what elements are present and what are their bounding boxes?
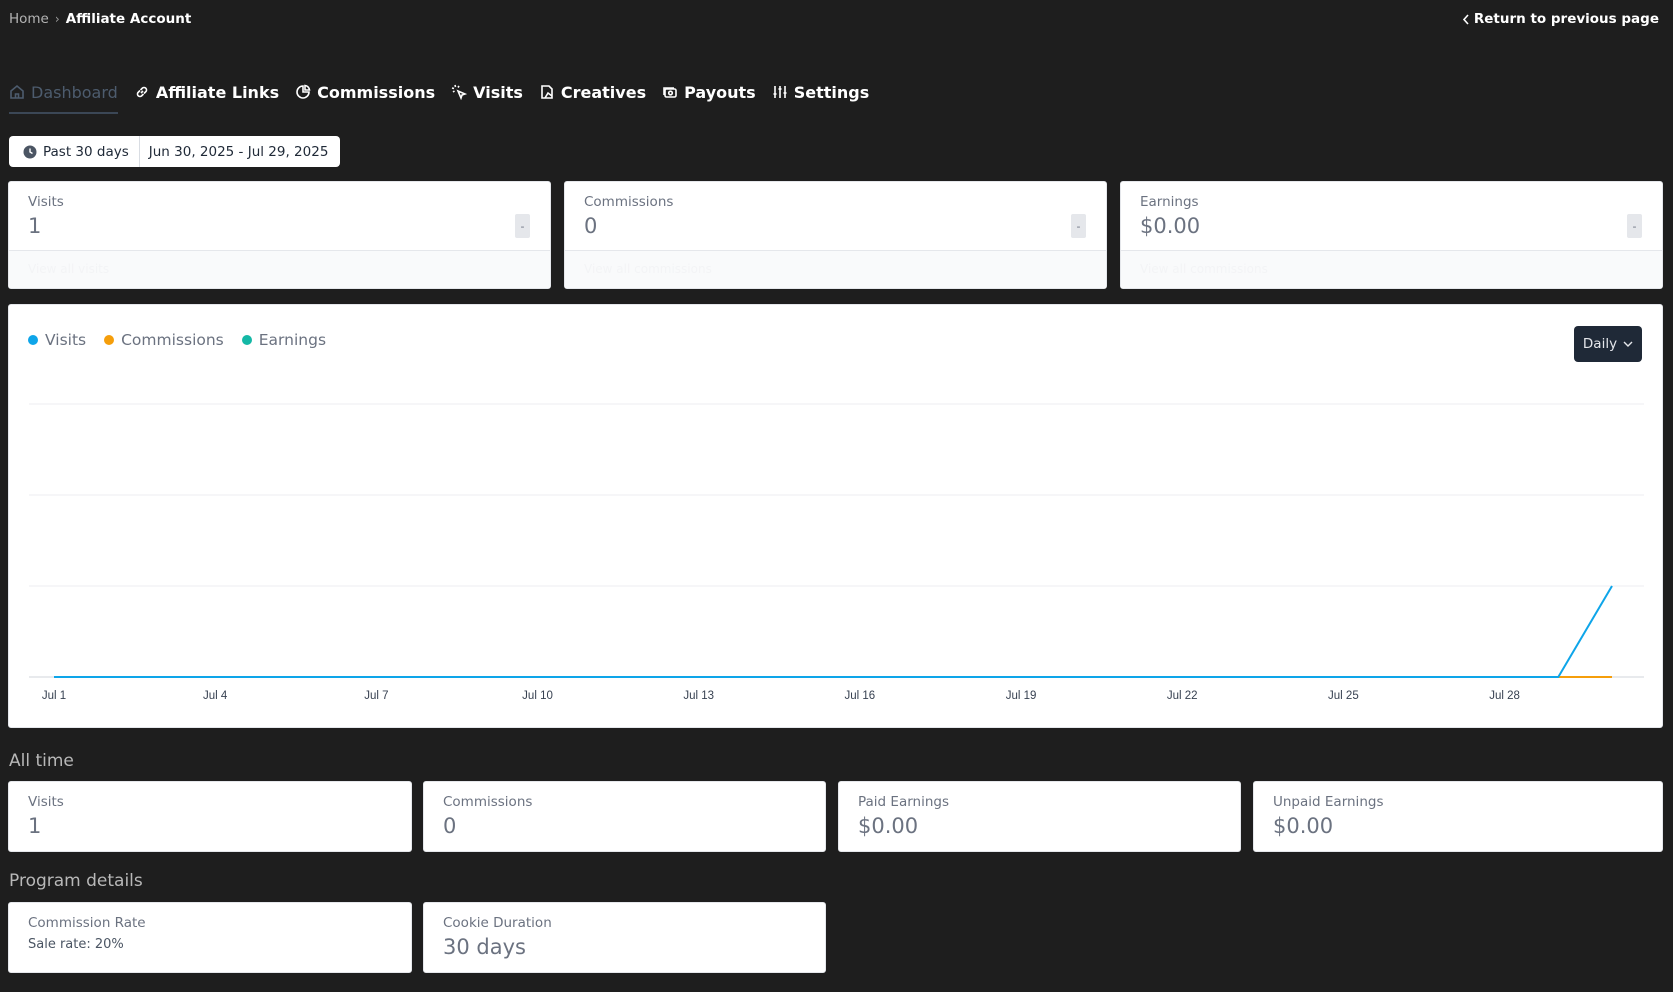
trend-badge: -: [1071, 214, 1086, 238]
card-footer: View all commissions: [1121, 250, 1662, 288]
trend-badge: -: [1627, 214, 1642, 238]
stat-label: Commission Rate: [28, 915, 146, 931]
commission-rate-card: Commission Rate Sale rate: 20%: [8, 902, 412, 973]
stat-value: 0: [584, 214, 598, 238]
date-range-picker[interactable]: Past 30 days Jun 30, 2025 - Jul 29, 2025: [9, 136, 341, 167]
stat-value: $0.00: [1273, 814, 1334, 838]
breadcrumb-home-link[interactable]: Home: [9, 11, 49, 27]
clock-icon: [23, 145, 37, 158]
tab-visits[interactable]: Visits: [451, 74, 523, 110]
tab-label: Affiliate Links: [155, 82, 280, 102]
tab-payouts[interactable]: Payouts: [662, 74, 756, 110]
stat-value: 1: [28, 214, 42, 238]
view-all-commissions-link[interactable]: View all commissions: [584, 262, 712, 276]
tab-settings[interactable]: Settings: [772, 74, 870, 110]
stat-label: Paid Earnings: [858, 794, 949, 810]
x-tick-label: Jul 4: [203, 690, 228, 702]
link-icon: [136, 86, 148, 98]
tab-label: Payouts: [684, 82, 756, 102]
stat-label: Cookie Duration: [443, 915, 552, 931]
pie-chart-icon: [296, 84, 311, 99]
breadcrumb: Home › Affiliate Account: [9, 11, 191, 27]
image-icon: [541, 85, 553, 99]
cursor-click-icon: [451, 84, 468, 100]
tab-label: Dashboard: [31, 82, 118, 102]
stat-label: Visits: [28, 794, 64, 810]
x-tick-label: Jul 7: [364, 690, 388, 702]
x-tick-label: Jul 25: [1328, 690, 1359, 702]
chart-panel: Visits Commissions Earnings Daily Jul 1J…: [8, 304, 1663, 728]
x-tick-label: Jul 16: [845, 690, 876, 702]
commission-rate-value: Sale rate: 20%: [28, 937, 124, 952]
date-range-value[interactable]: Jun 30, 2025 - Jul 29, 2025: [140, 144, 341, 160]
main-tabs: Dashboard Affiliate Links Commissions Vi…: [9, 74, 885, 114]
date-preset-button[interactable]: Past 30 days: [9, 136, 140, 167]
all-time-visits-card: Visits 1: [8, 781, 412, 852]
stat-label: Earnings: [1140, 194, 1199, 210]
program-details-heading: Program details: [9, 871, 143, 891]
stat-value: $0.00: [858, 814, 919, 838]
cookie-duration-value: 30 days: [443, 935, 526, 959]
return-to-previous-page-link[interactable]: Return to previous page: [1462, 11, 1659, 27]
line-chart: Jul 1 Jul 4 Jul 7 Jul 10 Jul 13 Jul 16 Jul 19 J…: [29, 403, 1644, 702]
tab-label: Commissions: [317, 82, 436, 102]
card-footer: View all commissions: [565, 250, 1106, 288]
x-tick-label: Jul 28: [1489, 690, 1520, 702]
commissions-stat-card: Commissions 0 - View all commissions: [564, 181, 1107, 289]
all-time-unpaid-earnings-card: Unpaid Earnings $0.00: [1253, 781, 1663, 852]
x-tick-label: Jul 13: [683, 690, 714, 702]
home-icon: [10, 84, 24, 99]
view-all-visits-link[interactable]: View all visits: [28, 262, 109, 276]
earnings-stat-card: Earnings $0.00 - View all commissions: [1120, 181, 1663, 289]
money-icon: [663, 87, 677, 98]
tab-dashboard[interactable]: Dashboard: [9, 74, 118, 114]
visits-stat-card: Visits 1 - View all visits: [8, 181, 551, 289]
breadcrumb-current: Affiliate Account: [65, 11, 192, 27]
breadcrumb-separator: ›: [54, 12, 60, 26]
stat-label: Commissions: [443, 794, 533, 810]
date-preset-label: Past 30 days: [43, 143, 129, 160]
tab-creatives[interactable]: Creatives: [539, 74, 646, 110]
stat-value: $0.00: [1140, 214, 1201, 238]
top-bar: Home › Affiliate Account Return to previ…: [0, 0, 1673, 40]
all-time-commissions-card: Commissions 0: [423, 781, 826, 852]
tab-label: Visits: [473, 82, 523, 102]
chevron-left-icon: [1462, 13, 1469, 25]
x-tick-label: Jul 10: [522, 690, 553, 702]
tab-commissions[interactable]: Commissions: [295, 74, 435, 110]
x-tick-label: Jul 22: [1167, 690, 1198, 702]
card-footer: View all visits: [9, 250, 550, 288]
stat-label: Visits: [28, 194, 64, 210]
trend-badge: -: [515, 214, 530, 238]
tab-label: Creatives: [560, 82, 647, 102]
stat-label: Unpaid Earnings: [1273, 794, 1384, 810]
stat-label: Commissions: [584, 194, 674, 210]
cookie-duration-card: Cookie Duration 30 days: [423, 902, 826, 973]
all-time-paid-earnings-card: Paid Earnings $0.00: [838, 781, 1241, 852]
tab-affiliate-links[interactable]: Affiliate Links: [134, 74, 279, 110]
x-tick-label: Jul 1: [42, 690, 66, 702]
stat-value: 0: [443, 814, 457, 838]
series-line-visits: [54, 585, 1613, 678]
tab-label: Settings: [793, 82, 870, 102]
x-tick-label: Jul 19: [1006, 690, 1037, 702]
view-all-earnings-link[interactable]: View all commissions: [1140, 262, 1268, 276]
stat-value: 1: [28, 814, 42, 838]
return-link-label: Return to previous page: [1473, 11, 1659, 27]
sliders-icon: [773, 86, 787, 98]
all-time-heading: All time: [9, 751, 74, 771]
